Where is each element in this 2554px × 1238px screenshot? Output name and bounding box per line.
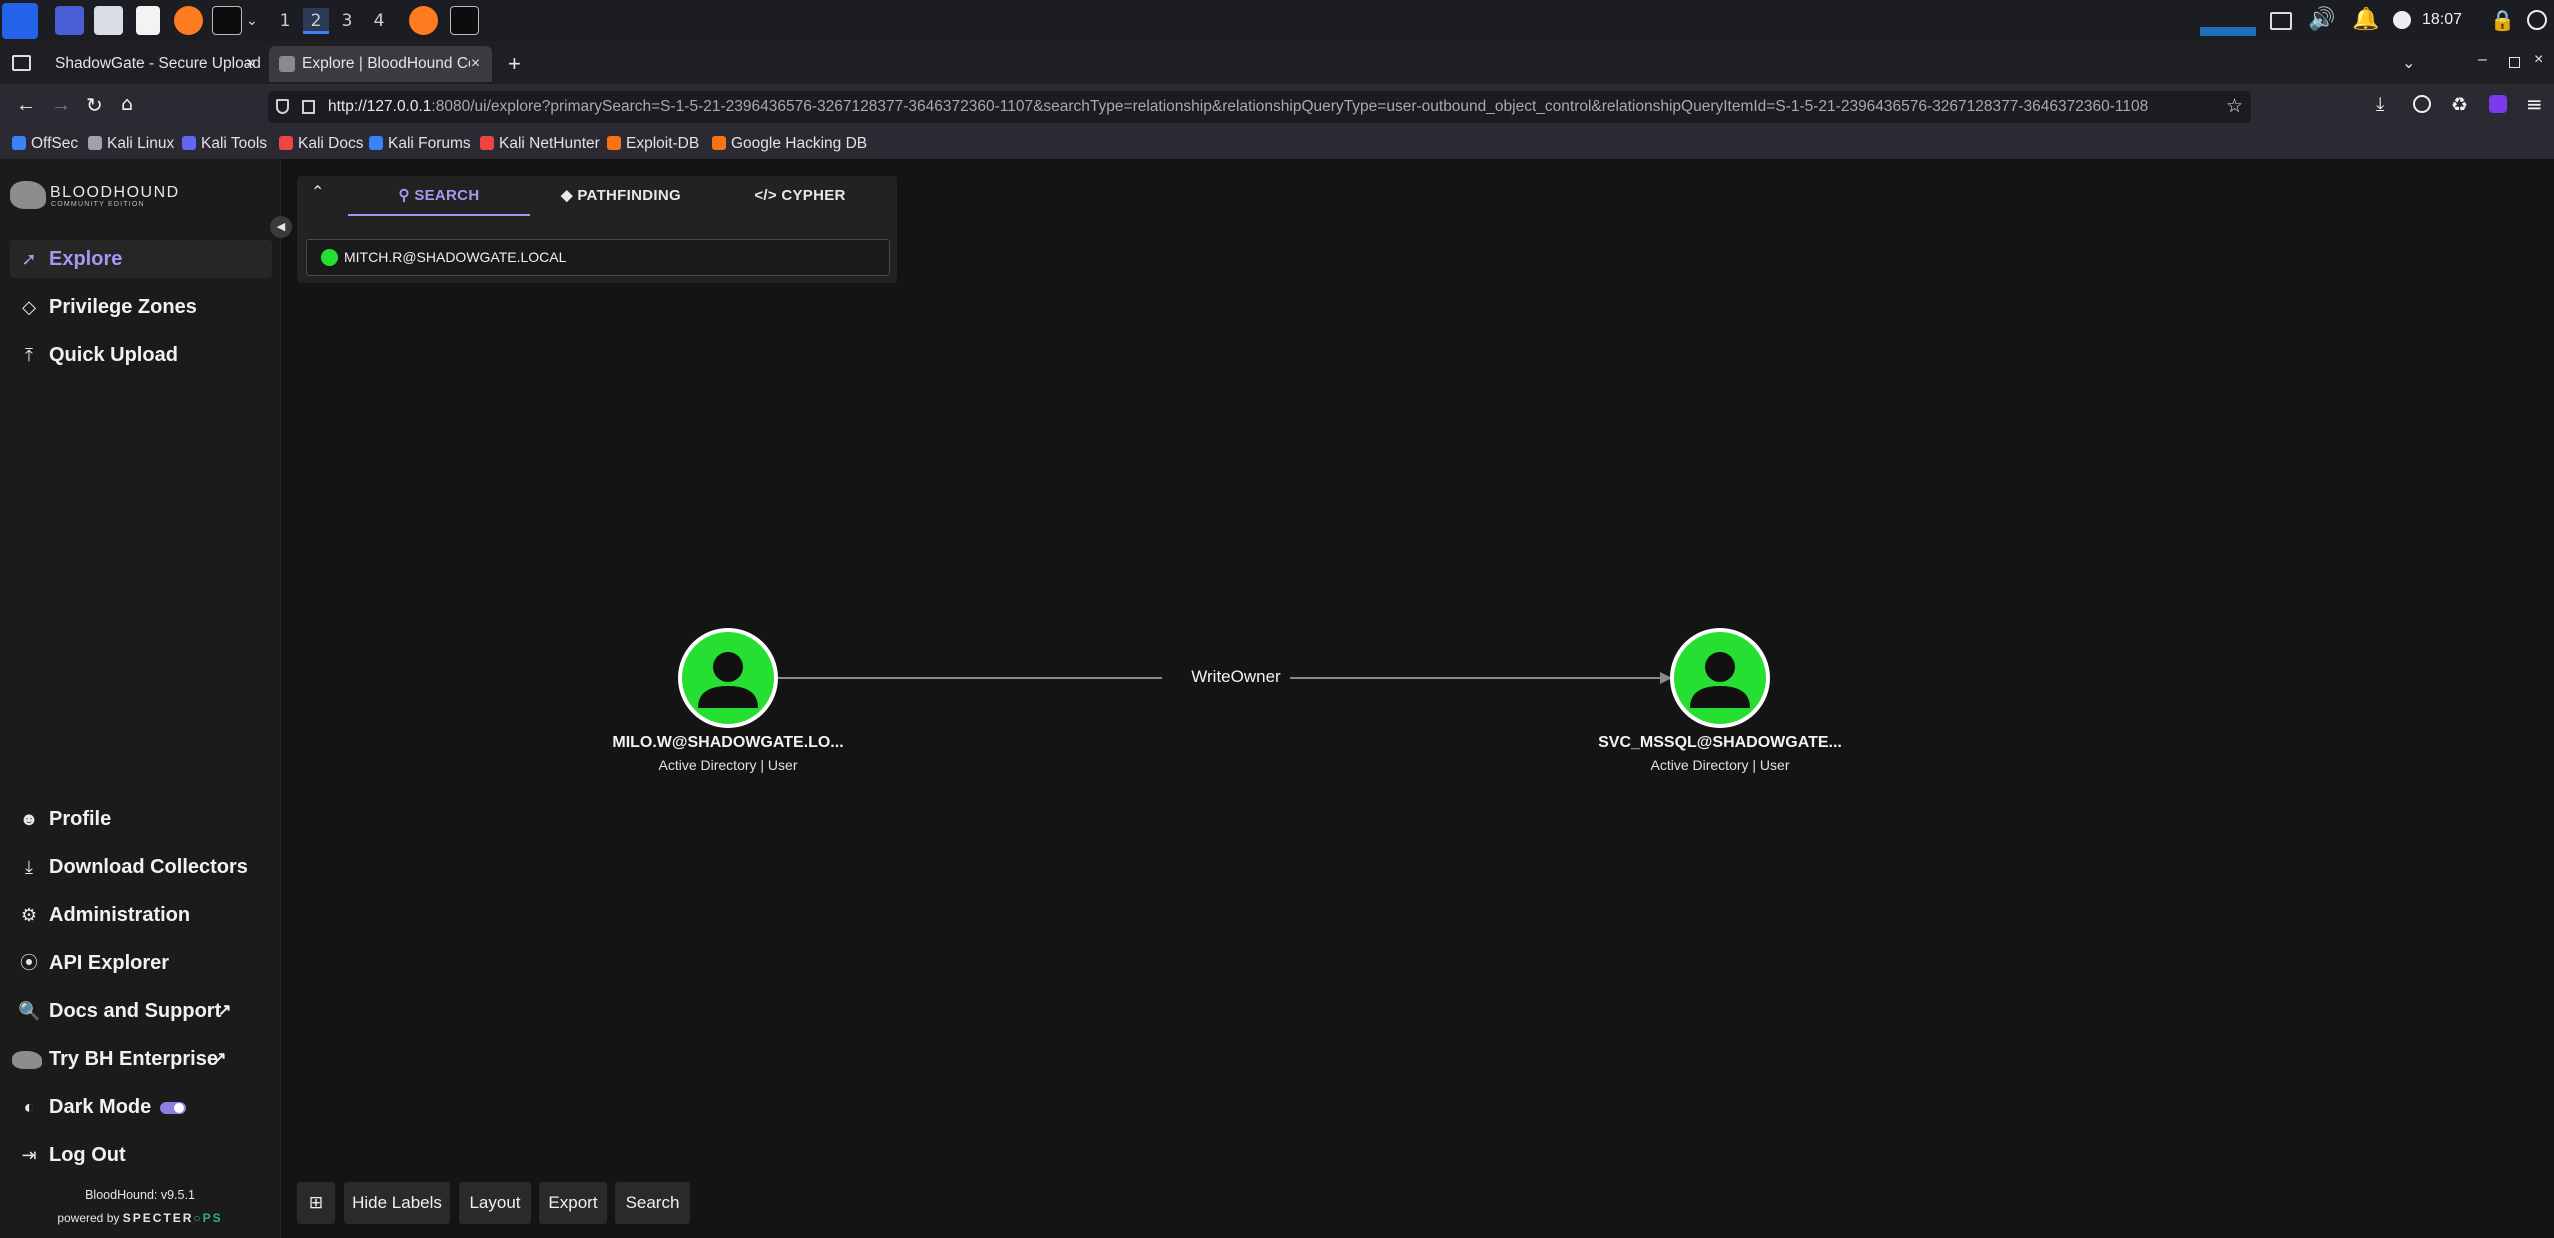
node-label: MILO.W@SHADOWGATE.LO...: [612, 734, 844, 751]
graph-node-milo[interactable]: [678, 628, 778, 728]
crop-fit-button[interactable]: ⊞: [297, 1182, 335, 1224]
node-type: Active Directory | User: [658, 757, 798, 773]
search-button[interactable]: Search: [615, 1182, 690, 1224]
graph-node-svc-mssql[interactable]: [1670, 628, 1770, 728]
hide-labels-button[interactable]: Hide Labels: [344, 1182, 450, 1224]
node-type: Active Directory | User: [1650, 757, 1790, 773]
user-icon: [1690, 652, 1750, 708]
export-button[interactable]: Export: [539, 1182, 607, 1224]
graph-edges: [776, 672, 1672, 684]
edge-label[interactable]: WriteOwner: [1180, 667, 1292, 687]
node-label: SVC_MSSQL@SHADOWGATE...: [1598, 734, 1842, 751]
layout-button[interactable]: Layout: [459, 1182, 531, 1224]
user-icon: [698, 652, 758, 708]
crop-icon: ⊞: [308, 1193, 324, 1213]
